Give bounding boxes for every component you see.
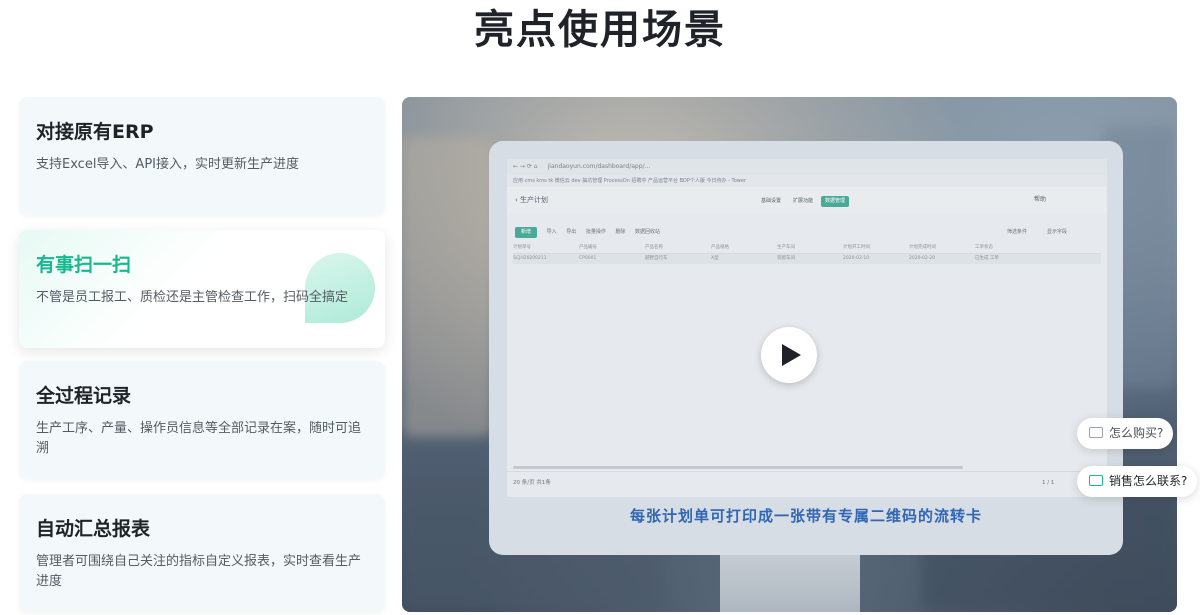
export-label: 导出 xyxy=(566,229,577,235)
contact-sales-label: 销售怎么联系? xyxy=(1109,474,1188,488)
page-title: 亮点使用场景 xyxy=(474,7,726,53)
column-header: 产品编号 xyxy=(579,245,597,250)
card-title: 有事扫一扫 xyxy=(36,254,132,276)
import-label: 导入 xyxy=(546,229,557,235)
screen-toolbar: 新增 导入 导出 批量操作 删除 数据回收站 筛选条件 显示字段 xyxy=(507,221,1107,243)
card-scan[interactable]: 有事扫一扫 不管是员工报工、质检还是主管检查工作，扫码全搞定 xyxy=(19,230,385,348)
play-button[interactable] xyxy=(761,327,817,383)
how-to-buy-label: 怎么购买? xyxy=(1109,426,1164,440)
table-cell: 2020-02-10 xyxy=(843,256,870,261)
tab-basic: 基础设置 xyxy=(761,198,782,204)
table-cell: 已生成 工单 xyxy=(975,256,999,261)
tab-data: 数据管理 xyxy=(821,196,850,207)
column-header: 生产车间 xyxy=(777,245,795,250)
card-report[interactable]: 自动汇总报表 管理者可围绕自己关注的指标自定义报表，实时查看生产进度 xyxy=(19,494,385,612)
url-text: jiandaoyun.com/dashboard/app/... xyxy=(547,163,651,170)
app-title: 生产计划 xyxy=(520,196,549,204)
delete-label: 删除 xyxy=(615,229,626,235)
card-desc: 不管是员工报工、质检还是主管检查工作，扫码全搞定 xyxy=(36,290,349,305)
pagination-label: 1 / 1 xyxy=(1042,480,1055,486)
card-desc: 管理者可围绕自己关注的指标自定义报表，实时查看生产进度 xyxy=(36,554,362,589)
table-cell: X型 xyxy=(711,256,719,261)
column-header: 计划开工时间 xyxy=(843,245,870,250)
card-title: 对接原有ERP xyxy=(36,121,154,143)
column-header: 计划完成时间 xyxy=(909,245,936,250)
table-cell: SCJH20200211 xyxy=(513,256,547,261)
table-cell: 2020-02-20 xyxy=(909,256,936,261)
tab-extend: 扩展功能 xyxy=(793,198,814,204)
app-header: ‹ 生产计划 基础设置 扩展功能 数据管理 帮助 xyxy=(507,187,1107,213)
table-cell: 越野自行车 xyxy=(645,256,668,261)
monitor-stand xyxy=(720,555,860,612)
card-record[interactable]: 全过程记录 生产工序、产量、操作员信息等全部记录在案，随时可追溯 xyxy=(19,361,385,479)
card-title: 自动汇总报表 xyxy=(36,518,151,540)
page-size-label: 20 条/页 共1条 xyxy=(513,480,551,486)
card-desc: 支持Excel导入、API接入，实时更新生产进度 xyxy=(36,157,300,172)
column-header: 产品规格 xyxy=(711,245,729,250)
table-cell: 装配车间 xyxy=(777,256,795,261)
browser-address-bar: ← → ⟳ ⌂ jiandaoyun.com/dashboard/app/... xyxy=(507,159,1107,175)
filter-label: 筛选条件 xyxy=(1007,229,1028,235)
column-header: 工单状态 xyxy=(975,245,993,250)
table-row: SCJH20200211 CP0001 越野自行车 X型 装配车间 2020-02-10 2… xyxy=(513,254,1101,264)
background-shelf xyxy=(402,137,492,437)
recycle-label: 数据回收站 xyxy=(635,229,661,235)
video-player[interactable]: ← → ⟳ ⌂ jiandaoyun.com/dashboard/app/... … xyxy=(402,97,1177,612)
how-to-buy-button[interactable]: 怎么购买? xyxy=(1077,418,1174,449)
card-title: 全过程记录 xyxy=(36,385,132,407)
table-header: 计划单号 产品编号 产品名称 产品规格 生产车间 计划开工时间 计划完成时间 工单状态 xyxy=(513,243,1101,254)
batch-label: 批量操作 xyxy=(585,229,606,235)
screen-footer: 20 条/页 共1条 1 / 1 xyxy=(507,471,1107,497)
contact-sales-button[interactable]: 销售怎么联系? xyxy=(1077,466,1198,497)
chat-icon xyxy=(1089,427,1103,438)
chat-icon xyxy=(1089,475,1103,486)
bookmarks-bar: 应用 cms kms tk 微信云 dev 抽坑管理 ProcessOn 招聘中… xyxy=(507,175,1107,187)
fields-label: 显示字段 xyxy=(1047,229,1068,235)
monitor-screen: ← → ⟳ ⌂ jiandaoyun.com/dashboard/app/... … xyxy=(507,159,1107,497)
horizontal-scrollbar xyxy=(513,466,963,469)
column-header: 产品名称 xyxy=(645,245,663,250)
card-desc: 生产工序、产量、操作员信息等全部记录在案，随时可追溯 xyxy=(36,421,362,456)
help-label: 帮助 xyxy=(1034,196,1047,203)
new-button: 新增 xyxy=(515,227,538,238)
card-erp[interactable]: 对接原有ERP 支持Excel导入、API接入，实时更新生产进度 xyxy=(19,97,385,215)
column-header: 计划单号 xyxy=(513,245,531,250)
table-cell: CP0001 xyxy=(579,256,597,261)
video-caption: 每张计划单可打印成一张带有专属二维码的流转卡 xyxy=(629,507,982,525)
